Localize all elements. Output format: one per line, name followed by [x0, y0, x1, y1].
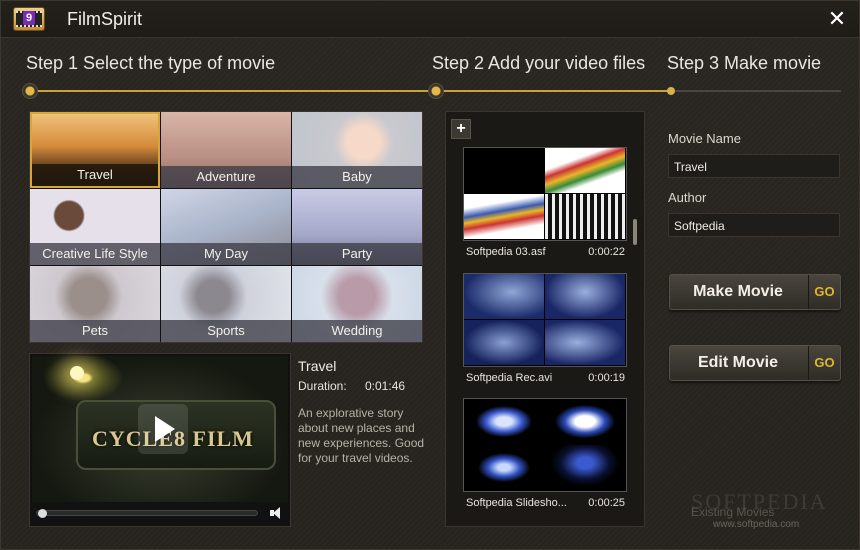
- add-video-button[interactable]: +: [451, 119, 471, 139]
- video-duration: 0:00:22: [588, 246, 625, 258]
- go-icon: GO: [808, 275, 840, 309]
- category-label: Travel: [32, 164, 158, 186]
- step-3-marker: [667, 87, 675, 95]
- step-2-marker: [428, 83, 444, 99]
- author-label: Author: [668, 190, 707, 205]
- category-label: Sports: [161, 320, 291, 342]
- category-label: Adventure: [161, 166, 291, 188]
- video-name: Softpedia Slidesho...: [466, 497, 567, 509]
- video-thumbnail: [463, 273, 627, 367]
- movie-name-input[interactable]: Travel: [668, 154, 840, 178]
- step-1-marker: [22, 83, 38, 99]
- category-wedding[interactable]: Wedding: [292, 266, 422, 342]
- watermark-url: www.softpedia.com: [713, 519, 800, 530]
- video-item[interactable]: Softpedia Rec.avi 0:00:19: [463, 273, 627, 384]
- video-name: Softpedia 03.asf: [466, 246, 546, 258]
- category-pets[interactable]: Pets: [30, 266, 160, 342]
- title-bar: 9 FilmSpirit ✕: [1, 1, 859, 38]
- video-duration: 0:00:19: [588, 372, 625, 384]
- category-label: Wedding: [292, 320, 422, 342]
- edit-movie-button[interactable]: Edit Movie GO: [669, 345, 841, 381]
- step-2-label: Step 2 Add your video files: [432, 53, 646, 73]
- video-list-scrollbar[interactable]: [633, 219, 637, 245]
- step-3-label: Step 3 Make movie: [667, 53, 822, 73]
- go-icon: GO: [808, 346, 840, 380]
- category-adventure[interactable]: Adventure: [161, 112, 291, 188]
- category-party[interactable]: Party: [292, 189, 422, 265]
- category-label: Creative Life Style: [30, 243, 160, 265]
- video-duration: 0:00:25: [588, 497, 625, 509]
- app-title: FilmSpirit: [67, 9, 142, 29]
- category-label: Pets: [30, 320, 160, 342]
- video-item[interactable]: Softpedia 03.asf 0:00:22: [463, 147, 627, 258]
- category-label: Baby: [292, 166, 422, 188]
- app-window: 9 FilmSpirit ✕ Step 1 Select the type of…: [0, 0, 860, 550]
- close-icon[interactable]: ✕: [825, 7, 849, 31]
- category-label: Party: [292, 243, 422, 265]
- category-baby[interactable]: Baby: [292, 112, 422, 188]
- duration-value: 0:01:46: [365, 379, 406, 393]
- video-thumbnail: [463, 398, 627, 492]
- step-1-label: Step 1 Select the type of movie: [26, 53, 276, 73]
- make-movie-button[interactable]: Make Movie GO: [669, 274, 841, 310]
- duration-label: Duration:: [298, 379, 347, 393]
- template-description: An explorative story about new places an…: [298, 406, 425, 465]
- make-movie-label: Make Movie: [693, 283, 783, 300]
- step-progress-remaining: [671, 90, 841, 92]
- category-travel[interactable]: Travel: [30, 112, 160, 188]
- preview-player: CYCLE8 FILM: [29, 353, 291, 527]
- video-thumbnail: [463, 147, 627, 241]
- movie-name-label: Movie Name: [668, 131, 741, 146]
- author-input[interactable]: Softpedia: [668, 213, 840, 237]
- template-title: Travel: [298, 358, 337, 374]
- seek-bar[interactable]: [36, 510, 258, 516]
- category-label: My Day: [161, 243, 291, 265]
- movie-type-grid: Travel Adventure Baby Creative Life Styl…: [29, 111, 423, 343]
- video-item[interactable]: Softpedia Slidesho... 0:00:25: [463, 398, 627, 509]
- category-my-day[interactable]: My Day: [161, 189, 291, 265]
- step-progress-line: [29, 90, 671, 92]
- edit-movie-label: Edit Movie: [697, 354, 778, 371]
- seek-handle[interactable]: [38, 509, 47, 518]
- volume-icon[interactable]: [270, 507, 282, 519]
- play-button[interactable]: [138, 404, 188, 454]
- video-name: Softpedia Rec.avi: [466, 372, 553, 384]
- category-creative-life-style[interactable]: Creative Life Style: [30, 189, 160, 265]
- existing-movies-link[interactable]: Existing Movies: [691, 505, 774, 519]
- app-logo-icon: 9: [13, 7, 45, 31]
- category-sports[interactable]: Sports: [161, 266, 291, 342]
